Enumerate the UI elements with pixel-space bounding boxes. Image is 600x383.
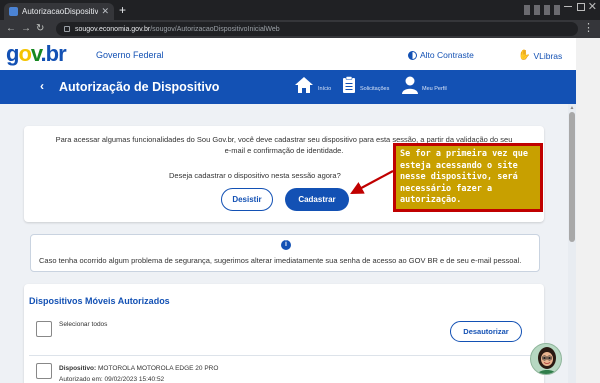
desistir-button[interactable]: Desistir [221,188,273,211]
window-close-icon[interactable]: ✕ [588,0,597,13]
chevron-left-icon[interactable]: ‹ [40,79,44,93]
vlibras-label: VLibras [533,50,563,61]
select-all-checkbox[interactable] [36,321,52,337]
user-icon [402,76,418,94]
favicon-icon [9,7,18,16]
device-name: Dispositivo: MOTOROLA MOTOROLA EDGE 20 P… [59,365,219,372]
page-title: Autorização de Dispositivo [59,80,220,94]
back-arrow-icon[interactable]: ← [6,22,16,36]
address-bar: ← → ↻ sougov.economia.gov.br /sougov/Aut… [0,20,600,38]
avatar [530,343,562,375]
security-info-card: i Caso tenha ocorrido algum problema de … [30,234,540,272]
tab-title: AutorizacaoDispositivoIni [22,7,99,16]
info-icon: i [281,240,291,250]
gov-federal-label: Governo Federal [96,50,164,60]
clipboard-icon [343,76,355,93]
nav-item-label: Meu Perfil [422,86,447,92]
vlibras-button[interactable]: ✋ VLibras [518,50,562,61]
device-checkbox[interactable] [36,363,52,379]
forward-arrow-icon[interactable]: → [21,22,31,36]
contrast-label: Alto Contraste [420,50,474,60]
blurred-extensions [524,5,560,15]
annotation-callout: Se for a primeira vez que esteja acessan… [393,143,543,212]
lock-icon [64,26,70,32]
contrast-icon [408,50,417,60]
govbr-logo[interactable]: gov.br [6,41,67,67]
browser-menu-icon[interactable]: ⋮ [583,21,594,34]
site-header: gov.br Governo Federal Alto Contraste ✋ … [0,38,576,70]
reload-icon[interactable]: ↻ [36,22,44,36]
home-icon [295,77,313,93]
browser-tab-bar: AutorizacaoDispositivoIni ✕ + ✕ [0,0,600,20]
url-host: sougov.economia.gov.br [75,25,151,33]
nav-item-label: Solicitações [360,86,390,92]
desautorizar-button[interactable]: Desautorizar [450,321,522,342]
divider [29,355,539,356]
nav-item-inicio[interactable]: Início [294,76,331,94]
cadastrar-button[interactable]: Cadastrar [285,188,349,211]
section-title: Dispositivos Móveis Autorizados [29,296,170,306]
nav-item-label: Início [318,86,332,92]
security-info-text: Caso tenha ocorrido algum problema de se… [39,256,522,265]
close-icon[interactable]: ✕ [101,6,109,17]
nav-item-solicitacoes[interactable]: Solicitações [342,76,389,94]
high-contrast-button[interactable]: Alto Contraste [408,50,474,60]
page-navbar: ‹ Autorização de Dispositivo Início Soli… [0,70,576,104]
select-all-label: Selecionar todos [59,321,108,328]
minimize-icon[interactable] [564,6,572,7]
maximize-icon[interactable] [577,3,585,11]
browser-tab[interactable]: AutorizacaoDispositivoIni ✕ [4,3,114,20]
authorized-devices-card: Dispositivos Móveis Autorizados Selecion… [24,284,544,383]
new-tab-icon[interactable]: + [119,3,126,17]
url-path: /sougov/AutorizacaoDispositivoInicialWeb [150,25,280,33]
scroll-up-icon[interactable]: ▲ [568,105,576,111]
page-scrollbar-track[interactable] [576,38,600,383]
question-text: Deseja cadastrar o dispositivo nesta ses… [169,171,341,180]
device-authorized-at: Autorizado em: 09/02/2023 15:40:52 [59,376,165,383]
url-field[interactable]: sougov.economia.gov.br /sougov/Autorizac… [56,22,578,36]
nav-item-meu-perfil[interactable]: Meu Perfil [402,76,447,94]
scrollbar-thumb[interactable] [569,112,575,242]
hand-icon: ✋ [518,50,531,61]
